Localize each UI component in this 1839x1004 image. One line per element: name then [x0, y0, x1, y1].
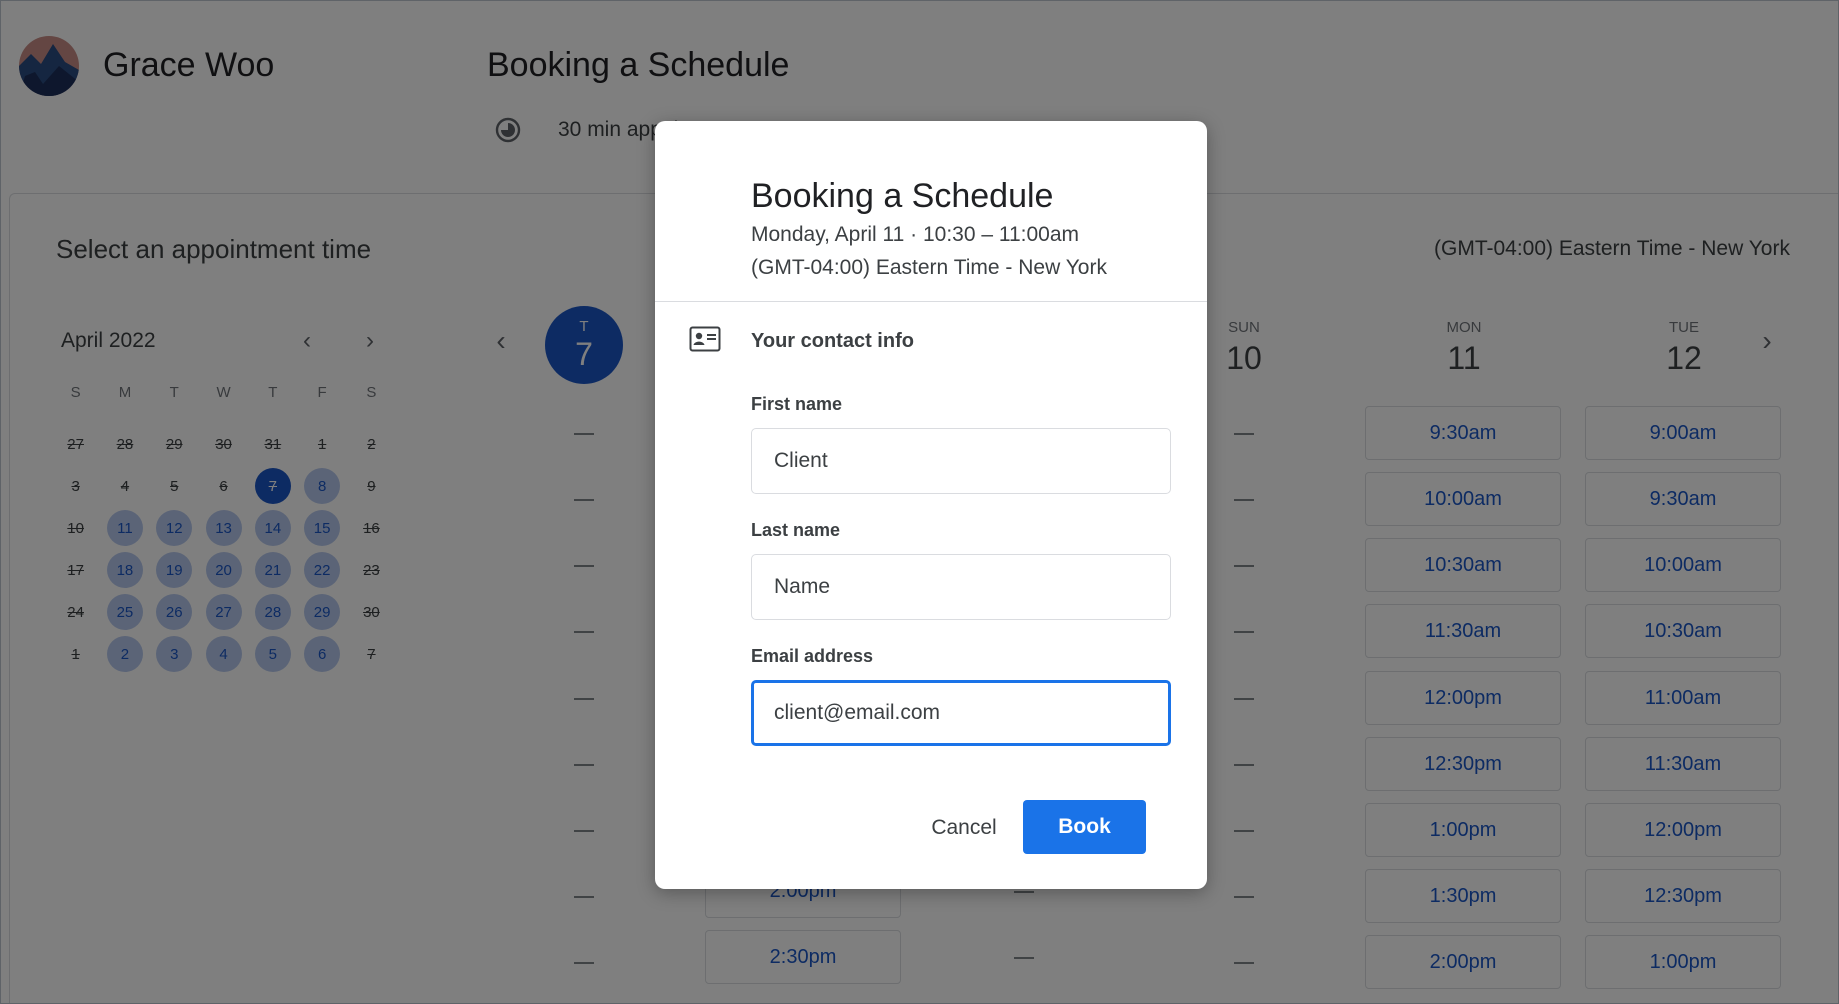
dialog-divider [655, 301, 1207, 302]
first-name-label: First name [751, 394, 843, 414]
booking-page: Grace Woo Booking a Schedule 30 min appo… [0, 0, 1839, 1004]
cancel-button[interactable]: Cancel [901, 801, 1027, 855]
contact-info-heading: Your contact info [751, 330, 914, 352]
booking-dialog: Booking a Schedule Monday, April 11 · 10… [655, 121, 1207, 889]
first-name-field[interactable] [751, 428, 1171, 494]
contact-card-icon [689, 326, 721, 352]
email-field[interactable] [751, 680, 1171, 746]
last-name-field[interactable] [751, 554, 1171, 620]
last-name-label: Last name [751, 520, 841, 540]
dialog-timezone: (GMT-04:00) Eastern Time - New York [751, 256, 1107, 279]
dialog-title: Booking a Schedule [751, 177, 1054, 215]
book-button[interactable]: Book [1023, 800, 1146, 854]
email-label: Email address [751, 646, 874, 666]
dialog-datetime: Monday, April 11 · 10:30 – 11:00am [751, 223, 1080, 246]
